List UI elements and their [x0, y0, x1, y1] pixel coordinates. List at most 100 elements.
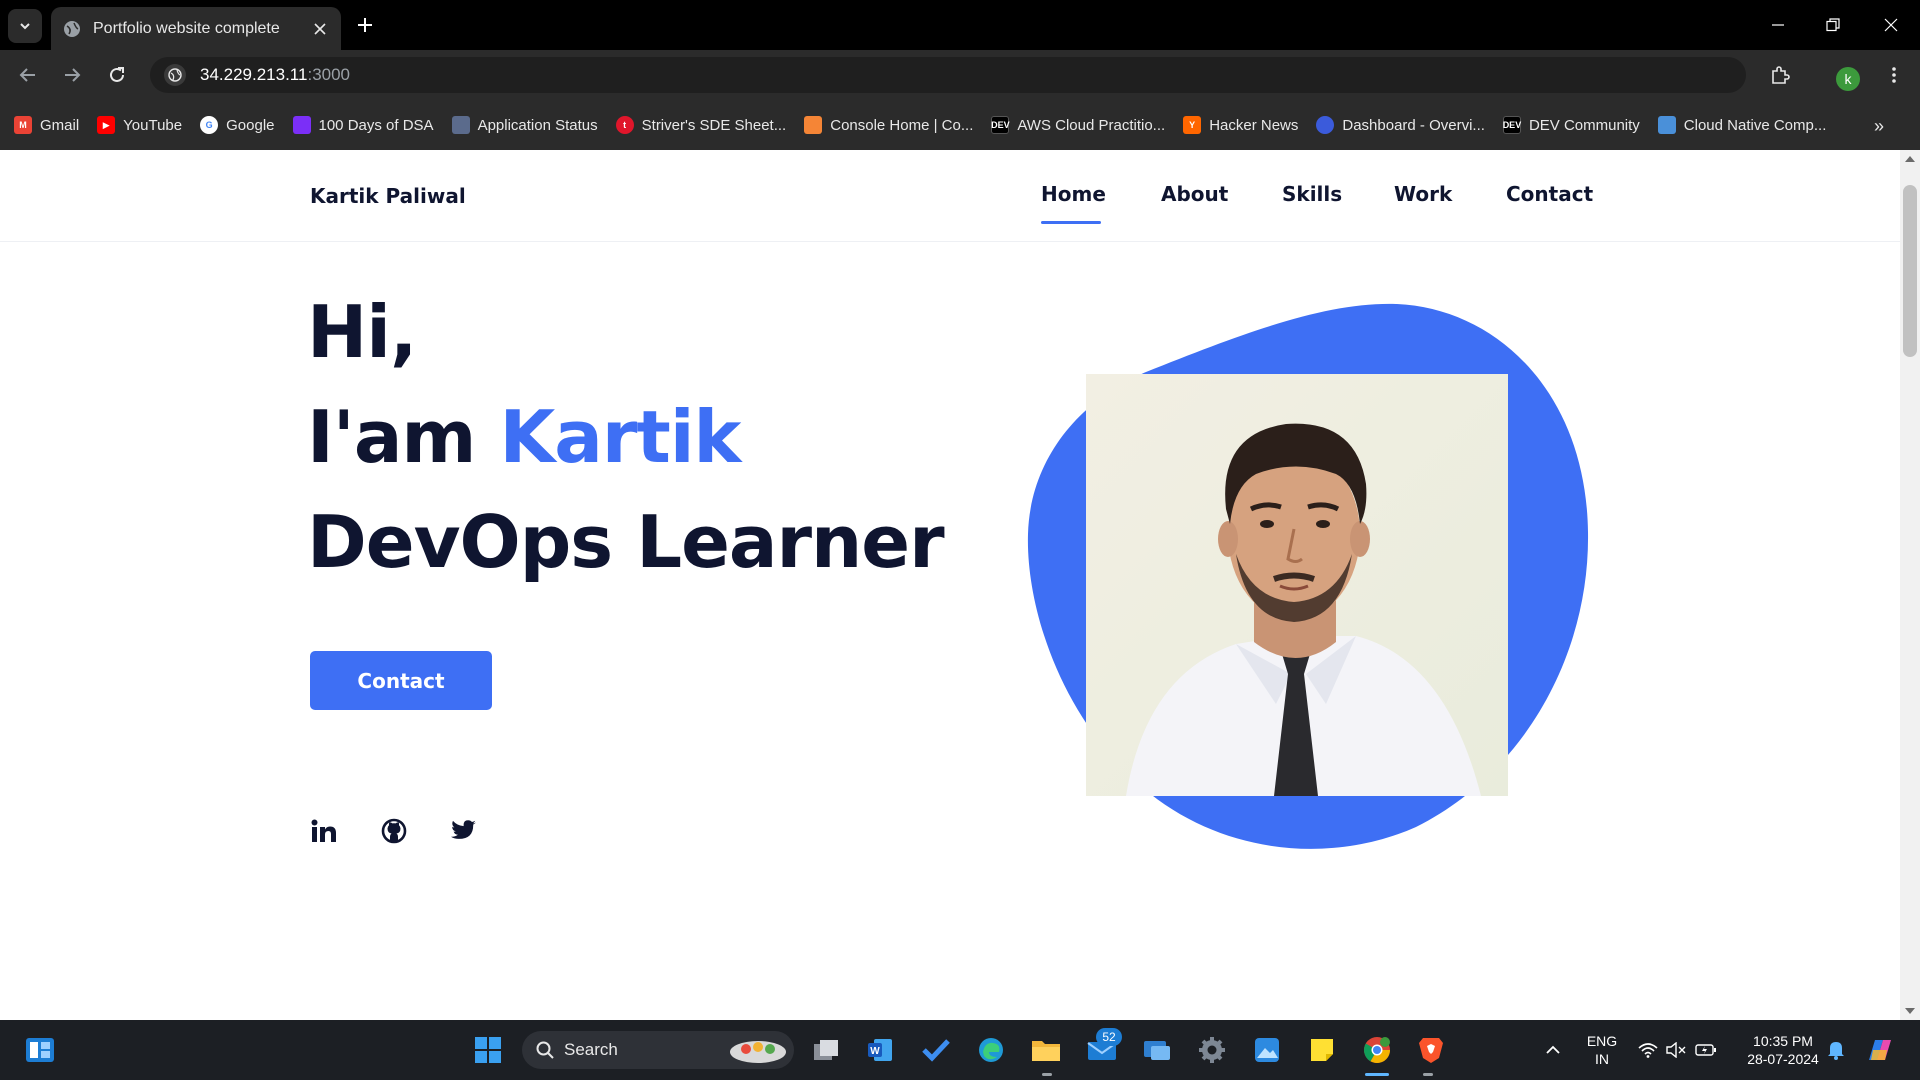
close-window-button[interactable] [1876, 10, 1906, 40]
cncf-icon [1657, 116, 1676, 134]
linkedin-icon[interactable] [309, 816, 339, 846]
chrome-icon[interactable] [1361, 1034, 1393, 1066]
site-info-icon[interactable] [164, 64, 186, 86]
bookmark-google[interactable]: G Google [200, 116, 275, 134]
windows-taskbar: Search W 52 ENG IN 10:35 PM 28-07-2024 [0, 1020, 1920, 1080]
word-icon[interactable]: W [864, 1034, 896, 1066]
nav-about[interactable]: About [1161, 182, 1228, 206]
bookmark-dev-community[interactable]: DEV DEV Community [1503, 116, 1640, 134]
brave-icon[interactable] [1415, 1034, 1447, 1066]
search-icon [536, 1041, 554, 1059]
more-vertical-icon [1892, 67, 1896, 83]
search-highlight-icon [730, 1041, 786, 1063]
forward-button[interactable] [56, 59, 88, 91]
restore-button[interactable] [1818, 10, 1848, 40]
scroll-up-arrow[interactable] [1905, 156, 1915, 162]
battery-icon[interactable] [1690, 1034, 1722, 1066]
site-header: Kartik Paliwal Home About Skills Work Co… [0, 150, 1900, 242]
browser-menu-button[interactable] [1878, 59, 1910, 91]
browser-toolbar: 34.229.213.11 :3000 [0, 50, 1920, 100]
todo-icon[interactable] [920, 1034, 952, 1066]
tuf-icon: t [615, 116, 634, 134]
bookmark-gmail[interactable]: M Gmail [14, 116, 79, 134]
restore-icon [1826, 18, 1840, 32]
tab-title: Portfolio website complete [93, 19, 280, 37]
bookmark-hacker-news[interactable]: Y Hacker News [1183, 116, 1298, 134]
dsa-icon [292, 116, 311, 134]
browser-tab-bar: Portfolio website complete [0, 0, 1920, 50]
remote-desktop-icon[interactable] [1141, 1034, 1173, 1066]
hero-name: Kartik [499, 395, 742, 479]
bookmark-dashboard[interactable]: Dashboard - Overvi... [1316, 116, 1485, 134]
profile-photo [1086, 374, 1508, 796]
brave-running-indicator [1423, 1073, 1433, 1076]
active-tab[interactable]: Portfolio website complete [51, 7, 341, 50]
bookmark-youtube[interactable]: ▶ YouTube [97, 116, 182, 134]
profile-avatar[interactable]: k [1836, 67, 1860, 91]
show-hidden-icons-icon[interactable] [1537, 1034, 1569, 1066]
site-logo[interactable]: Kartik Paliwal [310, 184, 466, 208]
close-icon [1884, 18, 1898, 32]
hero-role: DevOps Learner [307, 500, 945, 584]
bookmark-application-status[interactable]: Application Status [451, 116, 598, 134]
scroll-thumb[interactable] [1903, 185, 1917, 357]
nav-contact[interactable]: Contact [1506, 182, 1593, 206]
page-scrollbar[interactable] [1900, 150, 1920, 1020]
back-button[interactable] [12, 59, 44, 91]
puzzle-icon [1772, 66, 1790, 84]
volume-muted-icon[interactable] [1660, 1034, 1692, 1066]
start-menu-icon[interactable] [472, 1034, 504, 1066]
edge-icon[interactable] [975, 1034, 1007, 1066]
minimize-icon [1772, 24, 1784, 26]
chrome-active-indicator [1365, 1073, 1389, 1076]
explorer-running-indicator [1042, 1073, 1052, 1076]
nav-work[interactable]: Work [1394, 182, 1452, 206]
dev-icon: DEV [991, 116, 1010, 134]
scroll-down-arrow[interactable] [1905, 1008, 1915, 1014]
aws-cube-icon [804, 116, 823, 134]
reload-button[interactable] [101, 59, 133, 91]
svg-text:W: W [870, 1046, 880, 1057]
photos-icon[interactable] [1251, 1034, 1283, 1066]
extensions-button[interactable] [1764, 59, 1796, 91]
hero-intro: I'am Kartik [307, 395, 742, 479]
portfolio-page: Kartik Paliwal Home About Skills Work Co… [0, 150, 1900, 1020]
nav-home[interactable]: Home [1041, 182, 1106, 206]
plus-icon [358, 18, 372, 32]
gmail-icon: M [14, 116, 32, 134]
settings-gear-icon[interactable] [1196, 1034, 1228, 1066]
close-tab-icon[interactable] [311, 20, 329, 38]
tab-search-button[interactable] [8, 9, 42, 43]
youtube-icon: ▶ [97, 116, 116, 134]
address-bar[interactable]: 34.229.213.11 :3000 [150, 57, 1746, 93]
file-explorer-icon[interactable] [1030, 1034, 1062, 1066]
hacker-news-icon: Y [1183, 116, 1202, 134]
bookmark-aws-cloud-practitioner[interactable]: DEV AWS Cloud Practitio... [991, 116, 1165, 134]
bookmark-100-days-dsa[interactable]: 100 Days of DSA [292, 116, 434, 134]
sticky-notes-icon[interactable] [1306, 1034, 1338, 1066]
task-view-icon[interactable] [810, 1034, 842, 1066]
language-indicator[interactable]: ENG IN [1582, 1032, 1622, 1068]
chevron-down-icon [20, 23, 30, 30]
bookmark-console-home[interactable]: Console Home | Co... [804, 116, 973, 134]
new-tab-button[interactable] [352, 12, 378, 38]
github-icon[interactable] [379, 816, 409, 846]
google-icon: G [200, 116, 219, 134]
more-bookmarks-icon[interactable]: » [1874, 116, 1884, 137]
twitter-icon[interactable] [449, 816, 479, 846]
notification-bell-icon[interactable] [1820, 1034, 1852, 1066]
application-status-icon [451, 116, 470, 134]
active-nav-indicator [1041, 221, 1101, 224]
bookmark-strivers-sde-sheet[interactable]: t Striver's SDE Sheet... [615, 116, 786, 134]
minimize-button[interactable] [1763, 10, 1793, 40]
copilot-icon[interactable] [1864, 1034, 1896, 1066]
mail-badge: 52 [1096, 1028, 1122, 1046]
taskbar-search[interactable]: Search [522, 1031, 794, 1069]
contact-button[interactable]: Contact [310, 651, 492, 710]
bookmark-cloud-native[interactable]: Cloud Native Comp... [1657, 116, 1826, 134]
nav-skills[interactable]: Skills [1282, 182, 1342, 206]
reload-icon [110, 67, 124, 82]
widgets-icon[interactable] [24, 1034, 56, 1066]
dashboard-icon [1316, 116, 1335, 134]
back-arrow-icon [19, 68, 35, 82]
